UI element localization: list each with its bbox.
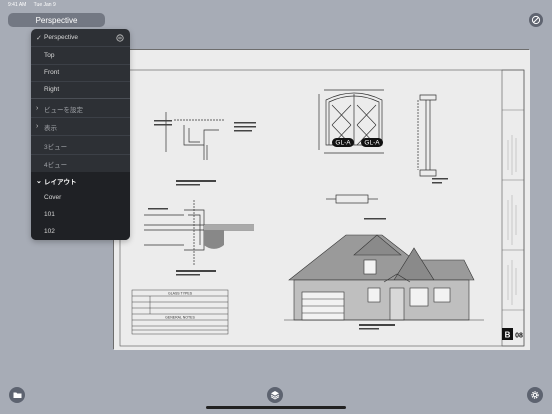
menu-item-display[interactable]: › 表示 — [31, 118, 130, 135]
status-date: Tue Jan 9 — [33, 2, 56, 8]
status-time: 9:41 AM — [8, 2, 27, 8]
menu-item-label: Top — [44, 52, 55, 59]
layout-submenu: ⌄ レイアウト Cover 101 102 — [31, 172, 130, 240]
folder-icon — [13, 392, 21, 398]
files-button[interactable] — [9, 387, 25, 403]
checkmark-icon: ✓ — [36, 34, 42, 42]
home-indicator[interactable] — [206, 406, 346, 409]
menu-item-label: レイアウト — [44, 178, 77, 186]
chevron-down-icon: ⌄ — [36, 177, 42, 185]
hide-markup-button[interactable] — [529, 13, 543, 27]
status-bar: 9:41 AM Tue Jan 9 — [8, 2, 62, 8]
drawing-sheet[interactable]: GL-A GL-A GLASS TYPES GENERAL NOTES B 08 — [113, 49, 530, 350]
menu-item-label: Perspective — [44, 34, 78, 41]
menu-item-label: 3ビュー — [44, 143, 68, 151]
settings-gear-icon — [531, 391, 539, 399]
glass-types-heading: GLASS TYPES — [168, 292, 193, 296]
menu-item-label: Front — [44, 69, 60, 76]
menu-item-perspective[interactable]: ✓ Perspective — [31, 29, 130, 46]
architectural-drawing: GL-A GL-A GLASS TYPES GENERAL NOTES B 08 — [114, 50, 530, 350]
menu-item-label: Right — [44, 86, 60, 93]
view-selector-button[interactable]: Perspective — [8, 13, 105, 27]
menu-item-label: 102 — [44, 228, 55, 235]
sheet-number: 08 — [515, 333, 523, 340]
menu-item-view-settings[interactable]: › ビューを設定 — [31, 100, 130, 117]
layers-icon — [270, 391, 280, 400]
general-notes-heading: GENERAL NOTES — [165, 316, 195, 320]
view-menu: ✓ Perspective Top Front Right › ビューを設定 ›… — [31, 29, 130, 240]
options-circle-icon[interactable] — [116, 33, 124, 42]
menu-item-layout[interactable]: ⌄ レイアウト — [31, 172, 130, 189]
chevron-right-icon: › — [36, 123, 39, 130]
menu-item-label: 4ビュー — [44, 161, 68, 169]
sheet-letter: B — [505, 331, 511, 340]
menu-item-front[interactable]: Front — [31, 64, 130, 81]
layout-item-102[interactable]: 102 — [31, 223, 130, 240]
layers-button[interactable] — [267, 387, 283, 403]
menu-item-label: Cover — [44, 194, 62, 201]
menu-item-label: 表示 — [44, 124, 57, 132]
settings-button[interactable] — [527, 387, 543, 403]
window-tag-left: GL-A — [335, 140, 351, 147]
slash-circle-icon — [531, 15, 541, 25]
menu-item-four-view[interactable]: 4ビュー — [31, 155, 130, 172]
menu-item-top[interactable]: Top — [31, 47, 130, 64]
menu-item-three-view[interactable]: 3ビュー — [31, 137, 130, 154]
menu-item-label: 101 — [44, 211, 55, 218]
menu-item-right[interactable]: Right — [31, 81, 130, 98]
layout-item-cover[interactable]: Cover — [31, 189, 130, 206]
chevron-right-icon: › — [36, 105, 39, 112]
window-tag-right: GL-A — [364, 140, 380, 147]
view-selector-label: Perspective — [35, 15, 78, 25]
layout-item-101[interactable]: 101 — [31, 206, 130, 223]
menu-item-label: ビューを設定 — [44, 106, 83, 114]
